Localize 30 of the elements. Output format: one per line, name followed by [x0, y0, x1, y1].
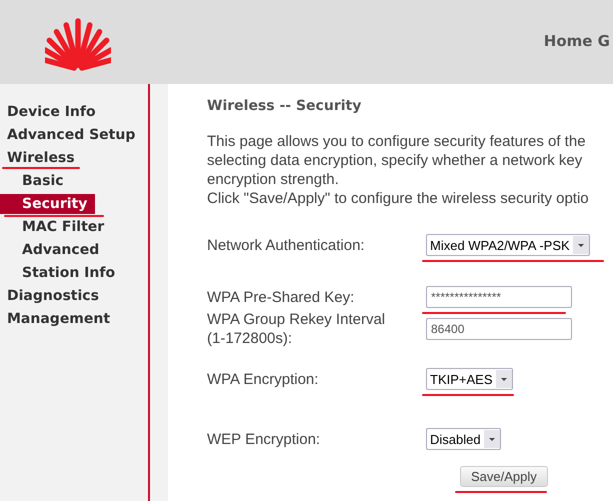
header-title: Home G — [544, 32, 610, 52]
caret-icon — [484, 430, 500, 448]
password-field[interactable]: *************** — [426, 286, 572, 308]
sidebar-item[interactable]: MAC Filter — [0, 216, 104, 236]
caret-icon — [496, 370, 512, 388]
field-label: WPA Pre-Shared Key: — [207, 288, 356, 306]
field-label: WEP Encryption: — [207, 430, 322, 448]
sidebar-item[interactable]: Security — [0, 194, 96, 214]
field-label: WPA Group Rekey Interval (1-172800s): — [207, 310, 386, 348]
sidebar-item[interactable]: Advanced Setup — [0, 124, 136, 144]
field-label: Network Authentication: — [207, 236, 366, 254]
description-text: Click "Save/Apply" to configure the wireless security optio — [207, 189, 590, 208]
sidebar-item[interactable]: Wireless — [0, 148, 75, 168]
sidebar-item[interactable]: Management — [0, 308, 110, 328]
sidebar-item[interactable]: Diagnostics — [0, 286, 99, 306]
sidebar-item[interactable]: Basic — [0, 170, 64, 190]
field-label: WPA Encryption: — [207, 370, 320, 388]
description-text: selecting data encryption, specify whether a network key — [207, 151, 584, 170]
description-text: This page allows you to configure security features of the — [207, 132, 587, 151]
sidebar-item[interactable]: Device Info — [0, 102, 96, 122]
caret-icon — [572, 236, 589, 254]
dropdown[interactable]: Mixed WPA2/WPA -PSK — [426, 234, 590, 256]
sidebar-item[interactable]: Station Info — [0, 262, 116, 282]
sidebar-item[interactable]: Advanced — [0, 240, 100, 260]
page-title: Wireless -- Security — [207, 98, 362, 114]
dropdown[interactable]: Disabled — [426, 428, 501, 450]
description-text: encryption strength. — [207, 170, 340, 189]
save-apply-button[interactable]: Save/Apply — [460, 466, 548, 487]
input-field[interactable]: 86400 — [426, 318, 572, 340]
dropdown[interactable]: TKIP+AES — [426, 368, 512, 390]
